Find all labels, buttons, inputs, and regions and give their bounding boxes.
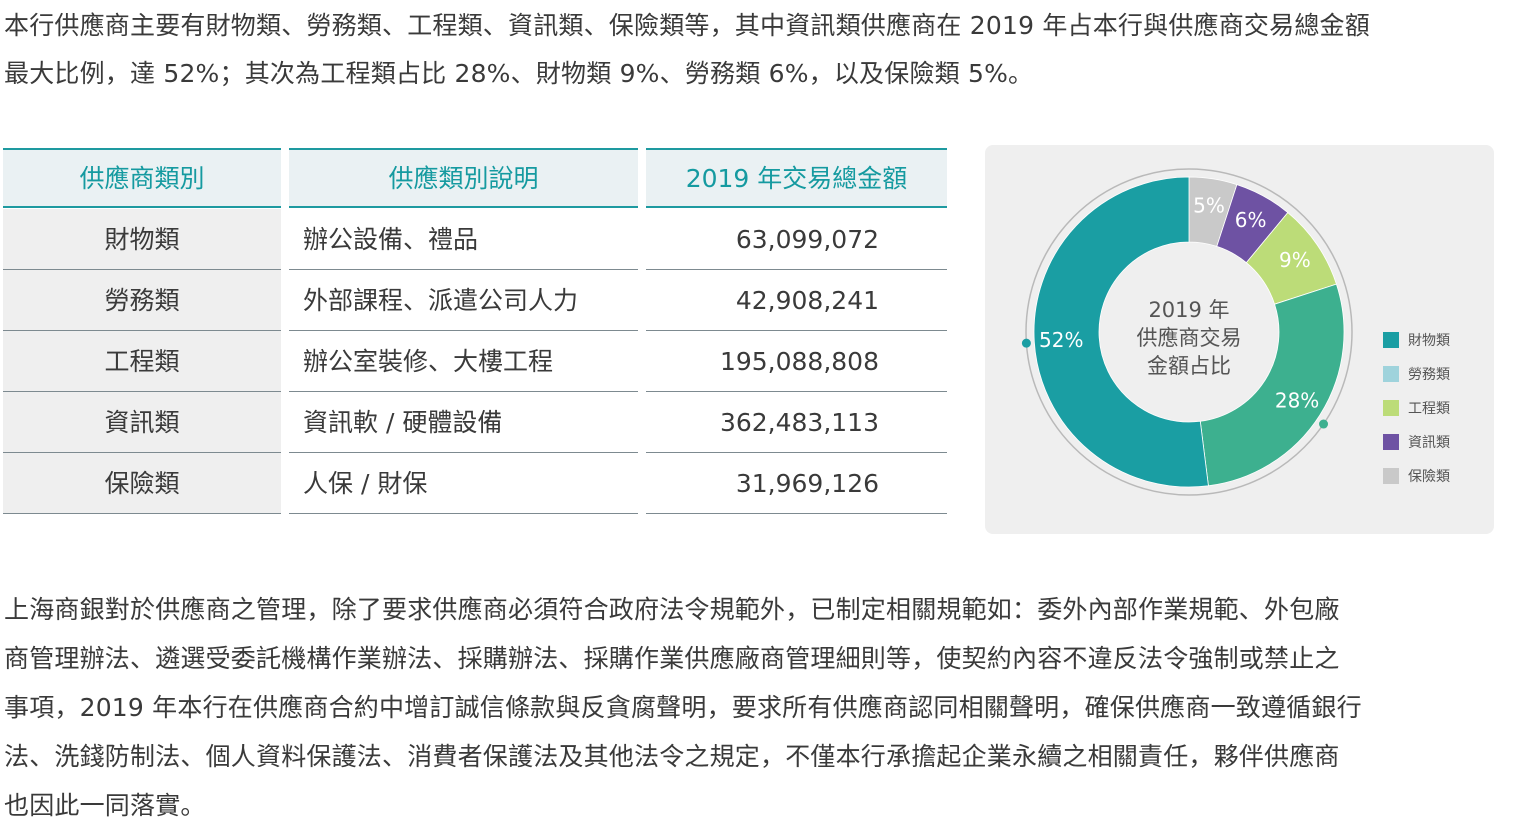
slice-percent-label: 6% xyxy=(1235,208,1267,232)
category-cell: 財物類 xyxy=(3,209,281,270)
ring-accent-dot xyxy=(1021,338,1031,348)
table-row: 保險類 人保 / 財保 31,969,126 xyxy=(3,453,947,514)
legend-item: 財物類 xyxy=(1383,323,1450,357)
closing-line: 上海商銀對於供應商之管理，除了要求供應商必須符合政府法令規範外，已制定相關規範如… xyxy=(4,595,1340,624)
legend-swatch xyxy=(1383,366,1399,382)
amount-cell: 42,908,241 xyxy=(646,270,947,331)
legend-swatch xyxy=(1383,434,1399,450)
closing-line: 事項，2019 年本行在供應商合約中增訂誠信條款與反貪腐聲明，要求所有供應商認同… xyxy=(4,693,1362,722)
legend-swatch xyxy=(1383,400,1399,416)
amount-cell: 362,483,113 xyxy=(646,392,947,453)
amount-cell: 31,969,126 xyxy=(646,453,947,514)
category-cell: 勞務類 xyxy=(3,270,281,331)
table-row: 資訊類 資訊軟 / 硬體設備 362,483,113 xyxy=(3,392,947,453)
description-cell: 外部課程、派遣公司人力 xyxy=(289,270,638,331)
slice-percent-label: 9% xyxy=(1279,248,1311,272)
intro-line: 本行供應商主要有財物類、勞務類、工程類、資訊類、保險類等，其中資訊類供應商在 2… xyxy=(4,11,1370,40)
center-title-line: 金額占比 xyxy=(1147,354,1231,378)
legend-item: 保險類 xyxy=(1383,459,1450,493)
header-transaction-amount: 2019 年交易總金額 xyxy=(646,148,947,208)
amount-cell: 195,088,808 xyxy=(646,331,947,392)
legend-label: 資訊類 xyxy=(1408,435,1450,451)
legend-label: 保險類 xyxy=(1408,469,1450,485)
slice-percent-label: 5% xyxy=(1193,194,1225,218)
legend-label: 財物類 xyxy=(1408,333,1450,349)
center-title-line: 供應商交易 xyxy=(1137,326,1242,350)
category-cell: 資訊類 xyxy=(3,392,281,453)
legend-item: 資訊類 xyxy=(1383,425,1450,459)
table-row: 工程類 辦公室裝修、大樓工程 195,088,808 xyxy=(3,331,947,392)
legend-label: 工程類 xyxy=(1408,401,1450,417)
category-cell: 工程類 xyxy=(3,331,281,392)
supplier-table: 供應商類別 供應類別說明 2019 年交易總金額 財物類 辦公設備、禮品 63,… xyxy=(3,148,947,516)
closing-paragraph: 上海商銀對於供應商之管理，除了要求供應商必須符合政府法令規範外，已制定相關規範如… xyxy=(4,585,1528,830)
description-cell: 辦公室裝修、大樓工程 xyxy=(289,331,638,392)
description-cell: 資訊軟 / 硬體設備 xyxy=(289,392,638,453)
chart-legend: 財物類 勞務類 工程類 資訊類 保險類 xyxy=(1383,323,1450,493)
closing-line: 商管理辦法、遴選受委託機構作業辦法、採購辦法、採購作業供應廠商管理細則等，使契約… xyxy=(4,644,1340,673)
intro-line: 最大比例，達 52%；其次為工程類占比 28%、財物類 9%、勞務類 6%，以及… xyxy=(4,59,1034,88)
donut-chart-panel: 5% 6% 9% 28% 52% 2019 年 供應商交易 金額占比 財物類 勞務類 工… xyxy=(985,145,1494,534)
center-title-line: 2019 年 xyxy=(1148,298,1229,322)
description-cell: 人保 / 財保 xyxy=(289,453,638,514)
header-supplier-category: 供應商類別 xyxy=(3,148,281,208)
closing-line: 法、洗錢防制法、個人資料保護法、消費者保護法及其他法令之規定，不僅本行承擔起企業… xyxy=(4,742,1340,771)
category-cell: 保險類 xyxy=(3,453,281,514)
header-supply-description: 供應類別說明 xyxy=(289,148,638,208)
legend-item: 工程類 xyxy=(1383,391,1450,425)
amount-cell: 63,099,072 xyxy=(646,209,947,270)
legend-swatch xyxy=(1383,468,1399,484)
slice-percent-label: 52% xyxy=(1039,328,1083,352)
legend-label: 勞務類 xyxy=(1408,367,1450,383)
description-cell: 辦公設備、禮品 xyxy=(289,209,638,270)
table-row: 勞務類 外部課程、派遣公司人力 42,908,241 xyxy=(3,270,947,331)
legend-item: 勞務類 xyxy=(1383,357,1450,391)
legend-swatch xyxy=(1383,332,1399,348)
intro-paragraph: 本行供應商主要有財物類、勞務類、工程類、資訊類、保險類等，其中資訊類供應商在 2… xyxy=(4,2,1528,98)
table-row: 財物類 辦公設備、禮品 63,099,072 xyxy=(3,209,947,270)
ring-accent-dot xyxy=(1319,419,1329,429)
closing-line: 也因此一同落實。 xyxy=(4,791,206,820)
slice-percent-label: 28% xyxy=(1275,389,1319,413)
